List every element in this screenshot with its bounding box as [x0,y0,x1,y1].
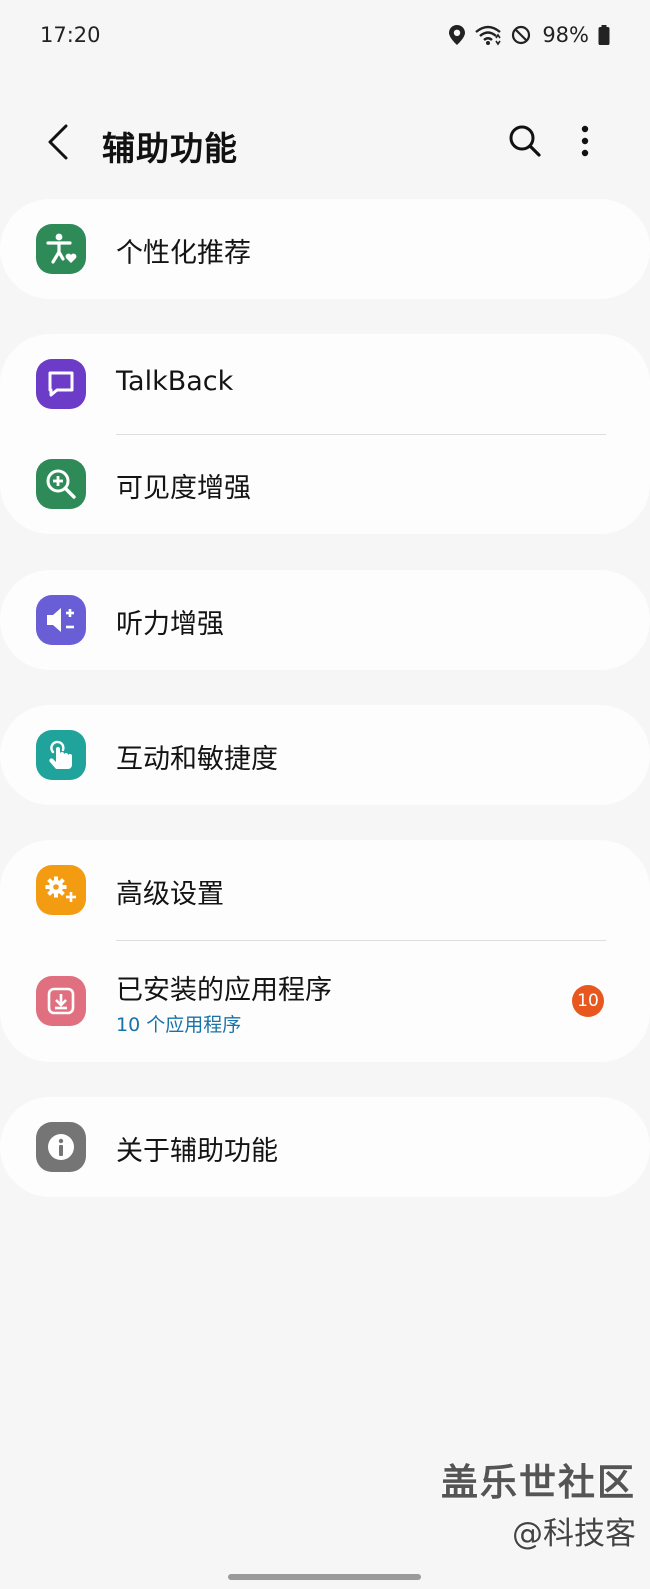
status-time: 17:20 [40,23,101,47]
page-title: 辅助功能 [102,129,238,168]
menu-item-visibility-enhancements[interactable]: 可见度增强 [0,434,650,534]
location-icon [449,25,466,45]
notification-badge: 10 [572,985,604,1017]
settings-group-vision: TalkBack 可见度增强 [0,334,650,534]
menu-item-installed-apps[interactable]: 已安装的应用程序 10 个应用程序 10 [0,940,650,1062]
more-vertical-icon [581,125,589,161]
status-bar: 17:20 98% [0,0,650,70]
menu-item-about-accessibility[interactable]: 关于辅助功能 [0,1097,650,1197]
menu-item-subtitle: 10 个应用程序 [116,1014,242,1036]
watermark-community: 盖乐世社区 [441,1461,636,1504]
settings-group-about: 关于辅助功能 [0,1097,650,1197]
settings-group-hearing: 听力增强 [0,570,650,670]
wifi-icon [474,24,502,46]
settings-group-personalization: 个性化推荐 [0,199,650,299]
back-button[interactable] [38,122,78,166]
menu-item-label: 可见度增强 [116,473,251,504]
chevron-left-icon [47,124,69,164]
gear-plus-icon [36,865,86,915]
menu-item-talkback[interactable]: TalkBack [0,334,650,434]
settings-group-advanced: 高级设置 已安装的应用程序 10 个应用程序 10 [0,840,650,1062]
search-button[interactable] [502,120,548,166]
menu-item-hearing-enhancements[interactable]: 听力增强 [0,570,650,670]
menu-item-label: 高级设置 [116,879,224,910]
app-bar: 辅助功能 [0,104,650,184]
gesture-navigation-bar[interactable] [228,1574,421,1580]
menu-item-interaction-dexterity[interactable]: 互动和敏捷度 [0,705,650,805]
menu-item-label: 关于辅助功能 [116,1136,278,1167]
touch-hand-icon [36,730,86,780]
settings-group-interaction: 互动和敏捷度 [0,705,650,805]
menu-item-label: 互动和敏捷度 [116,744,278,775]
accessibility-heart-icon [36,224,86,274]
battery-icon [598,25,610,45]
menu-item-label: TalkBack [116,366,234,397]
menu-item-label: 个性化推荐 [116,238,251,269]
more-options-button[interactable] [570,120,600,166]
menu-item-label: 已安装的应用程序 [116,975,332,1006]
battery-percent: 98% [542,23,589,47]
info-icon [36,1122,86,1172]
download-icon [36,976,86,1026]
watermark-author: @科技客 [512,1516,636,1552]
menu-item-advanced-settings[interactable]: 高级设置 [0,840,650,940]
menu-item-label: 听力增强 [116,609,224,640]
status-icons: 98% [449,23,610,47]
chat-box-icon [36,359,86,409]
zoom-in-icon [36,459,86,509]
volume-adjust-icon [36,595,86,645]
menu-item-personalized-recommendations[interactable]: 个性化推荐 [0,199,650,299]
search-icon [508,124,542,162]
do-not-disturb-icon [511,25,531,45]
